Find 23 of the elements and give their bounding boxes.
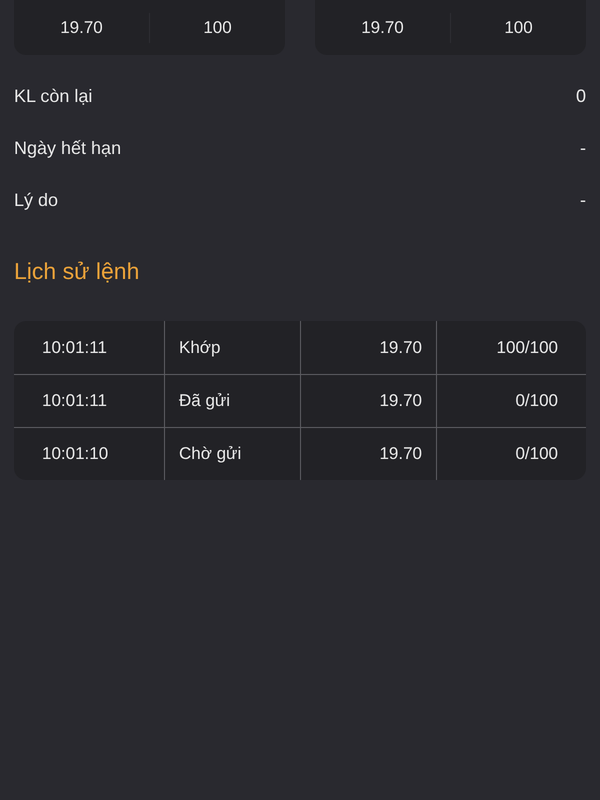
section-title: Lịch sử lệnh <box>14 257 140 286</box>
detail-value: - <box>580 138 586 158</box>
detail-label: Lý do <box>14 190 58 210</box>
order-time: 10:01:11 <box>42 338 107 358</box>
matched-quantity: 100/100 <box>496 338 558 358</box>
order-status: Khớp <box>179 338 220 358</box>
price-value: 19.70 <box>361 18 404 38</box>
order-time: 10:01:11 <box>42 391 107 411</box>
order-time: 10:01:10 <box>42 444 108 464</box>
matched-quantity: 0/100 <box>515 391 558 411</box>
detail-label: KL còn lại <box>14 86 92 106</box>
quantity-value: 100 <box>504 18 533 38</box>
detail-label: Ngày hết hạn <box>14 138 122 158</box>
order-price: 19.70 <box>379 444 422 464</box>
order-price: 19.70 <box>379 338 422 358</box>
quantity-value: 100 <box>203 18 232 38</box>
detail-value: 0 <box>576 86 586 106</box>
detail-value: - <box>580 190 586 210</box>
price-value: 19.70 <box>60 18 103 38</box>
matched-quantity: 0/100 <box>515 444 558 464</box>
order-status: Đã gửi <box>179 391 230 411</box>
order-price: 19.70 <box>379 391 422 411</box>
order-status: Chờ gửi <box>179 444 242 464</box>
